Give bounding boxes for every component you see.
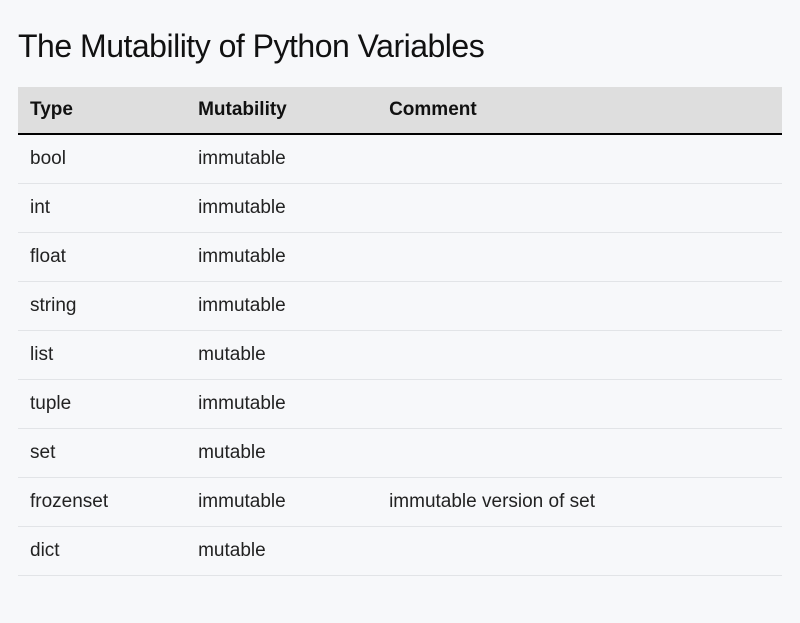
table-row: set mutable [18, 429, 782, 478]
table-row: string immutable [18, 282, 782, 331]
cell-type: dict [18, 527, 186, 576]
cell-comment: immutable version of set [377, 478, 782, 527]
cell-mutability: immutable [186, 184, 377, 233]
cell-comment [377, 527, 782, 576]
cell-comment [377, 233, 782, 282]
cell-comment [377, 331, 782, 380]
cell-comment [377, 282, 782, 331]
col-header-type: Type [18, 87, 186, 134]
cell-type: string [18, 282, 186, 331]
cell-type: tuple [18, 380, 186, 429]
cell-type: bool [18, 134, 186, 184]
cell-comment [377, 184, 782, 233]
cell-mutability: immutable [186, 282, 377, 331]
cell-mutability: immutable [186, 233, 377, 282]
cell-type: frozenset [18, 478, 186, 527]
table-row: float immutable [18, 233, 782, 282]
cell-type: set [18, 429, 186, 478]
table-row: list mutable [18, 331, 782, 380]
cell-mutability: mutable [186, 429, 377, 478]
table-row: dict mutable [18, 527, 782, 576]
cell-type: float [18, 233, 186, 282]
cell-comment [377, 380, 782, 429]
table-header-row: Type Mutability Comment [18, 87, 782, 134]
cell-mutability: immutable [186, 478, 377, 527]
cell-comment [377, 429, 782, 478]
table-row: bool immutable [18, 134, 782, 184]
page-title: The Mutability of Python Variables [18, 28, 782, 65]
cell-mutability: immutable [186, 134, 377, 184]
table-row: tuple immutable [18, 380, 782, 429]
cell-mutability: immutable [186, 380, 377, 429]
table-row: int immutable [18, 184, 782, 233]
table-row: frozenset immutable immutable version of… [18, 478, 782, 527]
cell-type: list [18, 331, 186, 380]
col-header-mutability: Mutability [186, 87, 377, 134]
mutability-table: Type Mutability Comment bool immutable i… [18, 87, 782, 576]
cell-mutability: mutable [186, 527, 377, 576]
cell-comment [377, 134, 782, 184]
cell-mutability: mutable [186, 331, 377, 380]
cell-type: int [18, 184, 186, 233]
col-header-comment: Comment [377, 87, 782, 134]
